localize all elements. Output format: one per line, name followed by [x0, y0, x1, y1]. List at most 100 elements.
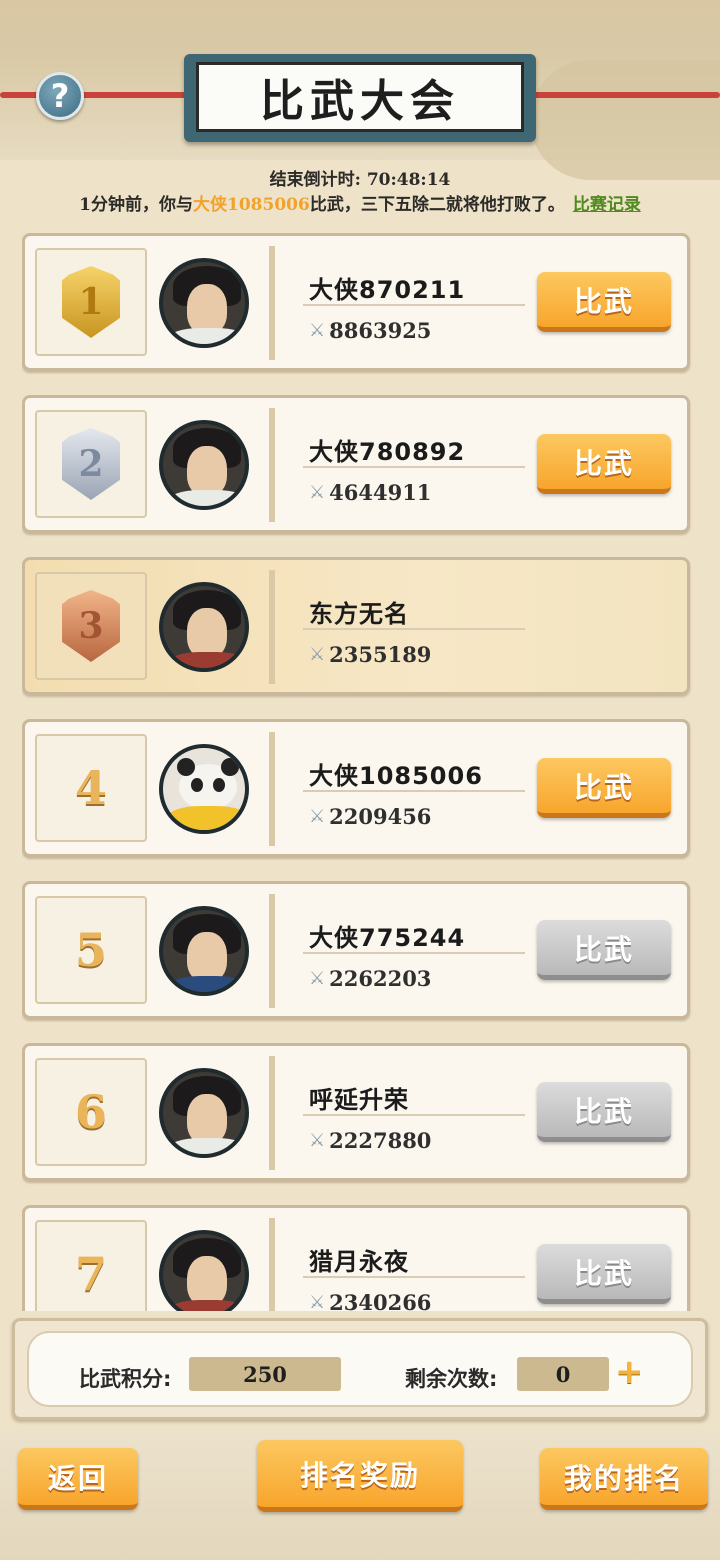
- rope-left: [0, 92, 200, 98]
- score-panel: 比武积分: 250 剩余次数: 0 +: [12, 1318, 708, 1420]
- player-info: 大侠780892 ⚔ 4644911 比武: [269, 408, 679, 522]
- my-ranking-button[interactable]: 我的排名: [540, 1448, 708, 1510]
- remaining-value: 0: [517, 1357, 609, 1391]
- bronze-medal-icon: 3: [62, 590, 120, 662]
- cloud-decoration: [530, 60, 720, 180]
- gold-medal-icon: 1: [62, 266, 120, 338]
- challenge-button[interactable]: 比武: [537, 1244, 671, 1304]
- rank-box: 3: [35, 572, 147, 680]
- ranking-row: 7 猎月永夜 ⚔ 2340266 比武: [22, 1205, 690, 1311]
- combat-power: ⚔ 2340266: [309, 1290, 431, 1311]
- player-name: 大侠775244: [309, 924, 466, 952]
- player-info: 大侠1085006 ⚔ 2209456 比武: [269, 732, 679, 846]
- ranking-row: 6 呼延升荣 ⚔ 2227880 比武: [22, 1043, 690, 1181]
- crossed-swords-icon: ⚔: [309, 320, 326, 341]
- records-link[interactable]: 比赛记录: [573, 195, 641, 215]
- player-name: 大侠1085006: [309, 762, 483, 790]
- divider: [303, 1276, 525, 1278]
- divider: [303, 628, 525, 630]
- news-prefix: 1分钟前，你与: [79, 195, 194, 215]
- score-panel-inner: 比武积分: 250 剩余次数: 0 +: [27, 1331, 693, 1407]
- rank-number: 6: [74, 1085, 107, 1139]
- divider: [303, 790, 525, 792]
- rank-number: 7: [74, 1247, 107, 1301]
- title-frame: 比武大会: [196, 62, 524, 132]
- battle-news: 1分钟前，你与大侠1085006比武，三下五除二就将他打败了。 比赛记录: [0, 190, 720, 215]
- avatar[interactable]: [159, 906, 249, 996]
- crossed-swords-icon: ⚔: [309, 1292, 326, 1311]
- crossed-swords-icon: ⚔: [309, 1130, 326, 1151]
- rank-number: 4: [74, 761, 107, 815]
- divider: [303, 1114, 525, 1116]
- silver-medal-icon: 2: [62, 428, 120, 500]
- avatar[interactable]: [159, 420, 249, 510]
- ranking-row: 1 大侠870211 ⚔ 8863925 比武: [22, 233, 690, 371]
- crossed-swords-icon: ⚔: [309, 644, 326, 665]
- combat-power-value: 2227880: [329, 1128, 432, 1153]
- crossed-swords-icon: ⚔: [309, 806, 326, 827]
- back-button[interactable]: 返回: [18, 1448, 138, 1510]
- combat-power-value: 2262203: [329, 966, 432, 991]
- player-name: 大侠870211: [309, 276, 466, 304]
- player-name: 呼延升荣: [309, 1086, 409, 1114]
- divider: [303, 304, 525, 306]
- ranking-row: 4 大侠1085006 ⚔ 2209456 比武: [22, 719, 690, 857]
- avatar[interactable]: [159, 582, 249, 672]
- countdown-label: 结束倒计时:: [269, 170, 361, 190]
- plus-icon[interactable]: +: [615, 1355, 644, 1389]
- rank-box: 2: [35, 410, 147, 518]
- combat-power: ⚔ 4644911: [309, 480, 431, 505]
- help-icon[interactable]: ?: [36, 72, 84, 120]
- challenge-button[interactable]: 比武: [537, 272, 671, 332]
- remaining-label: 剩余次数:: [405, 1367, 498, 1391]
- countdown: 结束倒计时: 70:48:14: [0, 165, 720, 190]
- combat-power: ⚔ 2262203: [309, 966, 431, 991]
- challenge-button[interactable]: 比武: [537, 920, 671, 980]
- combat-power-value: 4644911: [329, 480, 432, 505]
- ranking-row: 2 大侠780892 ⚔ 4644911 比武: [22, 395, 690, 533]
- rank-box: 5: [35, 896, 147, 1004]
- crossed-swords-icon: ⚔: [309, 968, 326, 989]
- ranking-list[interactable]: 1 大侠870211 ⚔ 8863925 比武 2 大侠780892 ⚔ 4644911 比武 3 东…: [22, 233, 692, 1311]
- challenge-button[interactable]: 比武: [537, 758, 671, 818]
- player-info: 大侠870211 ⚔ 8863925 比武: [269, 246, 679, 360]
- rank-box: 7: [35, 1220, 147, 1311]
- player-name: 大侠780892: [309, 438, 466, 466]
- challenge-button[interactable]: 比武: [537, 434, 671, 494]
- combat-power-value: 8863925: [329, 318, 432, 343]
- avatar[interactable]: [159, 258, 249, 348]
- player-name: 猎月永夜: [309, 1248, 409, 1276]
- divider: [303, 466, 525, 468]
- news-opponent: 大侠1085006: [193, 195, 310, 215]
- crossed-swords-icon: ⚔: [309, 482, 326, 503]
- countdown-value: 70:48:14: [366, 170, 451, 190]
- avatar[interactable]: [159, 1068, 249, 1158]
- combat-power: ⚔ 8863925: [309, 318, 431, 343]
- player-info: 大侠775244 ⚔ 2262203 比武: [269, 894, 679, 1008]
- rank-box: 4: [35, 734, 147, 842]
- ranking-row: 3 东方无名 ⚔ 2355189: [22, 557, 690, 695]
- page-title: 比武大会: [260, 76, 460, 127]
- divider: [303, 952, 525, 954]
- challenge-button[interactable]: 比武: [537, 1082, 671, 1142]
- rank-box: 6: [35, 1058, 147, 1166]
- rank-number: 5: [74, 923, 107, 977]
- player-info: 呼延升荣 ⚔ 2227880 比武: [269, 1056, 679, 1170]
- ranking-row: 5 大侠775244 ⚔ 2262203 比武: [22, 881, 690, 1019]
- combat-power: ⚔ 2227880: [309, 1128, 431, 1153]
- combat-power: ⚔ 2209456: [309, 804, 431, 829]
- player-info: 猎月永夜 ⚔ 2340266 比武: [269, 1218, 679, 1311]
- rope-right: [520, 92, 720, 98]
- player-info: 东方无名 ⚔ 2355189: [269, 570, 679, 684]
- title-plate: 比武大会: [184, 54, 536, 142]
- news-suffix: 比武，三下五除二就将他打败了。: [309, 195, 565, 215]
- combat-power-value: 2209456: [329, 804, 432, 829]
- ranking-rewards-button[interactable]: 排名奖励: [257, 1440, 463, 1512]
- avatar[interactable]: [159, 744, 249, 834]
- combat-power-value: 2355189: [329, 642, 432, 667]
- combat-power-value: 2340266: [329, 1290, 432, 1311]
- points-value: 250: [189, 1357, 341, 1391]
- avatar[interactable]: [159, 1230, 249, 1311]
- combat-power: ⚔ 2355189: [309, 642, 431, 667]
- points-label: 比武积分:: [79, 1367, 172, 1391]
